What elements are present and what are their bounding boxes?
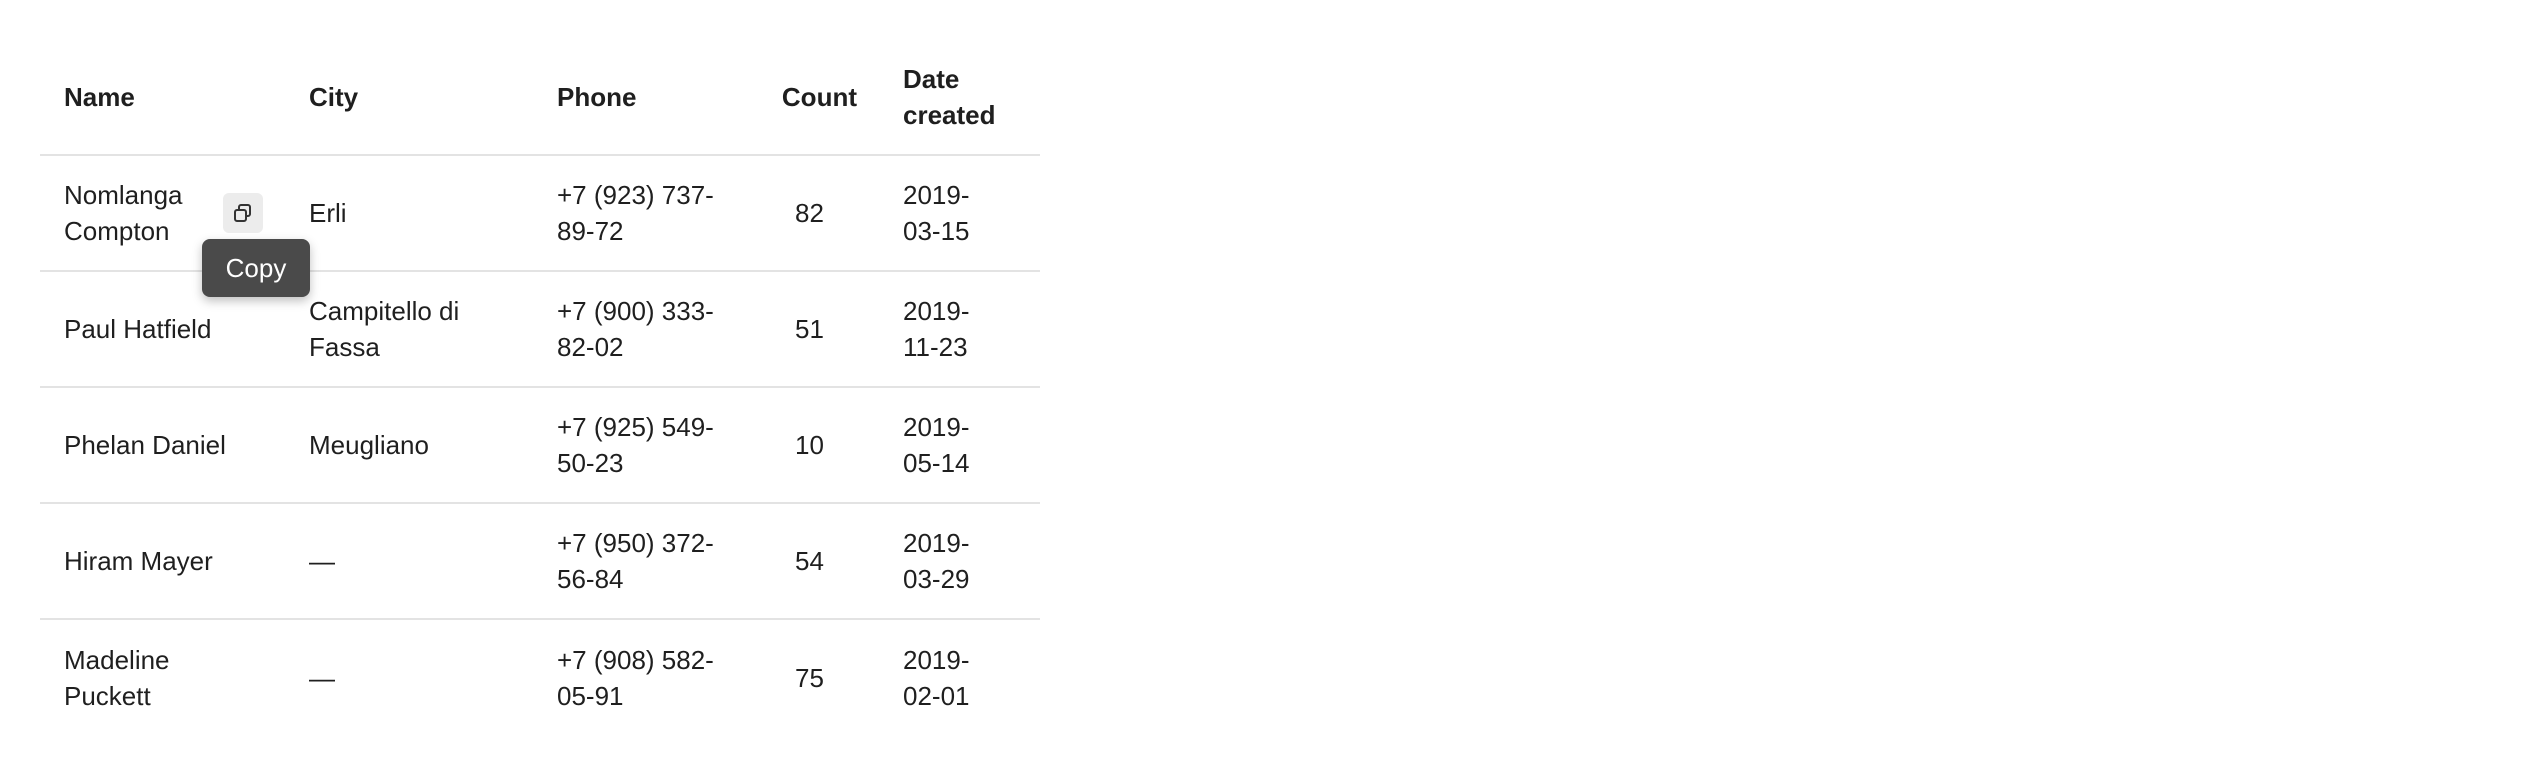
table-row: Nomlanga Compton Erli +7 (923) 737-89-72… <box>40 156 1040 297</box>
cell-phone: +7 (908) 582-05-91 <box>557 645 714 711</box>
cell-date: 2019-03-15 <box>903 180 970 246</box>
copy-icon <box>234 204 251 222</box>
cell-date: 2019-11-23 <box>903 296 970 362</box>
cell-city: — <box>309 546 335 576</box>
column-header-count[interactable]: Count <box>774 40 881 154</box>
cell-phone: +7 (950) 372-56-84 <box>557 528 714 594</box>
cell-city: Erli <box>309 198 347 228</box>
cell-city: Meugliano <box>309 430 429 460</box>
table-header-row: Name City Phone Count Date created <box>40 40 1040 156</box>
table-row: Madeline Puckett — +7 (908) 582-05-91 75… <box>40 620 1040 736</box>
copy-tooltip: Copy <box>202 239 310 297</box>
copy-button[interactable] <box>223 193 263 233</box>
cell-phone: +7 (900) 333-82-02 <box>557 296 714 362</box>
cell-date: 2019-05-14 <box>903 412 970 478</box>
data-table: Name City Phone Count Date created Nomla… <box>40 40 1040 736</box>
table-row: Hiram Mayer — +7 (950) 372-56-84 54 2019… <box>40 504 1040 620</box>
cell-name: Phelan Daniel <box>64 430 226 460</box>
cell-name-text: Nomlanga Compton <box>64 180 183 246</box>
cell-count: 10 <box>795 430 824 460</box>
cell-city: Campitello di Fassa <box>309 296 460 362</box>
cell-name: Hiram Mayer <box>64 546 213 576</box>
column-header-date-created[interactable]: Date created <box>881 40 1040 154</box>
cell-name: Madeline Puckett <box>64 645 170 711</box>
column-header-name[interactable]: Name <box>40 40 285 154</box>
cell-date: 2019-02-01 <box>903 645 970 711</box>
cell-count: 54 <box>795 546 824 576</box>
table-row: Paul Hatfield Campitello di Fassa +7 (90… <box>40 272 1040 388</box>
column-header-phone[interactable]: Phone <box>533 40 774 154</box>
cell-count: 75 <box>795 663 824 693</box>
cell-city: — <box>309 663 335 693</box>
table-row: Phelan Daniel Meugliano +7 (925) 549-50-… <box>40 388 1040 504</box>
cell-phone: +7 (925) 549-50-23 <box>557 412 714 478</box>
column-header-city[interactable]: City <box>285 40 533 154</box>
cell-date: 2019-03-29 <box>903 528 970 594</box>
cell-phone: +7 (923) 737-89-72 <box>557 180 714 246</box>
cell-count: 51 <box>795 314 824 344</box>
cell-count: 82 <box>795 198 824 228</box>
